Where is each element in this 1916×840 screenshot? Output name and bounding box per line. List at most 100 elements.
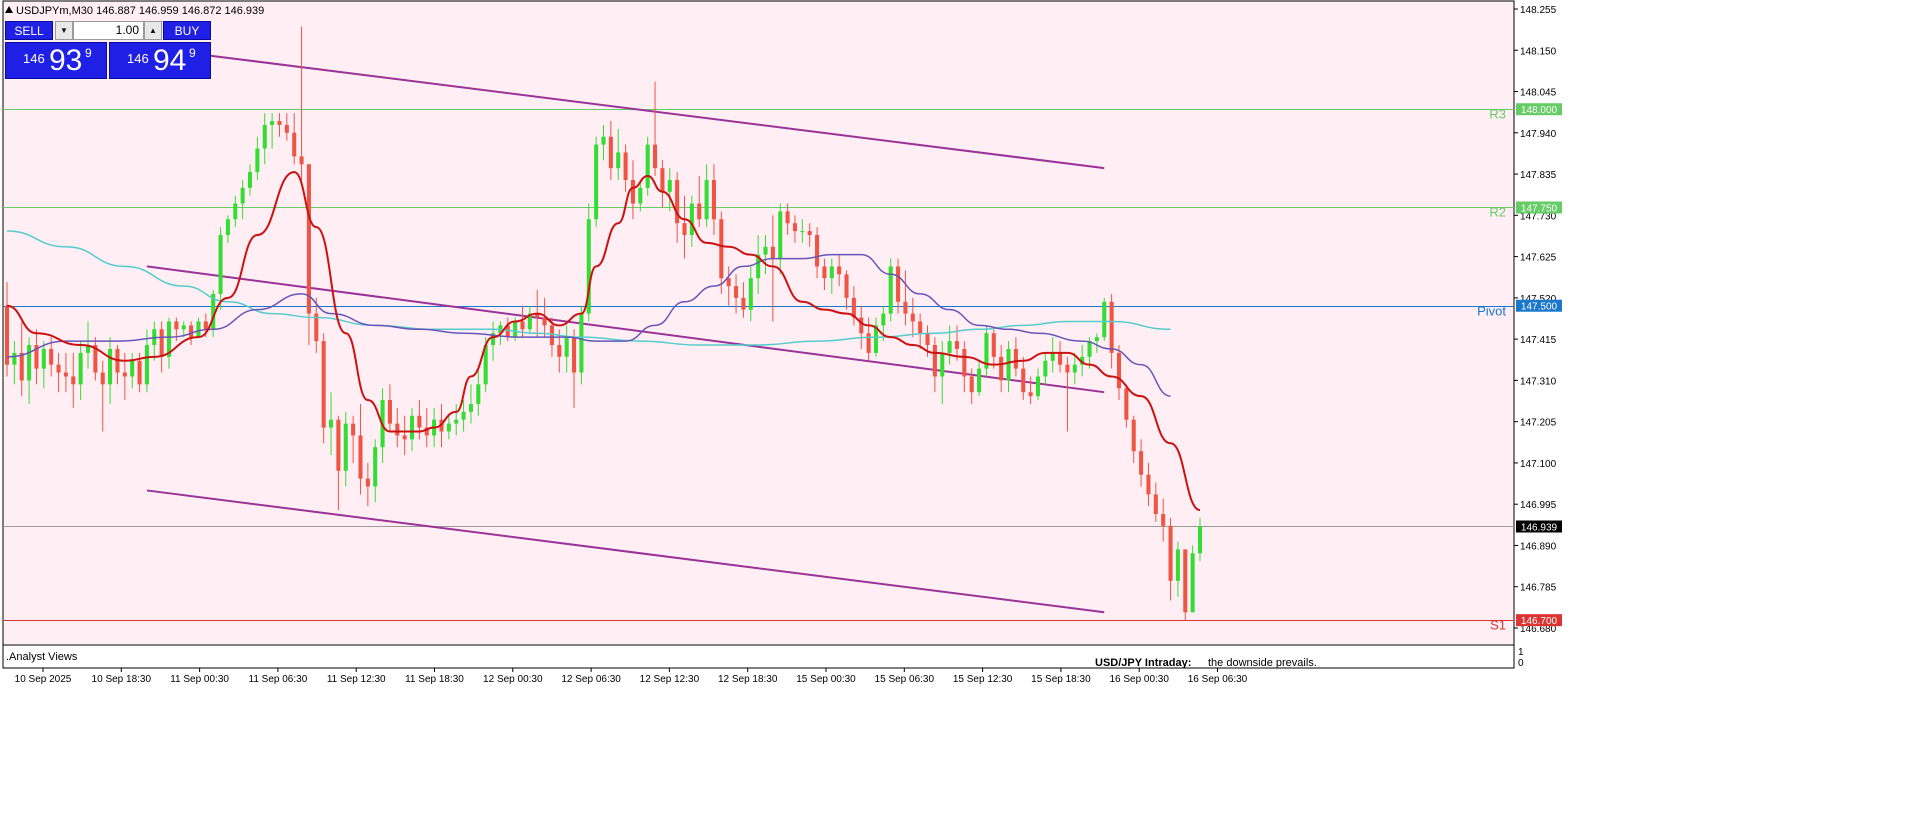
candle-body	[660, 168, 665, 192]
candle-body	[829, 266, 834, 279]
sell-button[interactable]: SELL	[5, 21, 53, 40]
candle-body	[122, 372, 127, 377]
symbol-info: USDJPYm,M30 146.887 146.959 146.872 146.…	[16, 5, 264, 17]
price-axis-label: 148.255	[1520, 5, 1557, 16]
candle-body	[461, 411, 466, 420]
candle-body	[557, 345, 562, 357]
time-axis-label: 10 Sep 2025	[15, 674, 72, 685]
buy-price-big: 146	[127, 51, 149, 66]
candle-body	[292, 132, 297, 157]
candle	[1102, 297, 1107, 342]
level-label-s1: S1	[1490, 618, 1506, 633]
time-axis-label: 16 Sep 00:30	[1109, 674, 1169, 685]
candle-body	[763, 246, 768, 255]
candle-body	[513, 321, 518, 338]
candle-body	[321, 341, 326, 428]
level-price-label-s1: 146.700	[1521, 616, 1558, 627]
level-label-r2: R2	[1489, 205, 1506, 220]
level-price-label-r2: 147.750	[1521, 203, 1558, 214]
candle-body	[903, 301, 908, 314]
candle-body	[1094, 337, 1099, 342]
analysis-text: the downside prevails.	[1208, 657, 1317, 669]
candle-body	[608, 136, 613, 169]
candle-body	[623, 152, 628, 180]
price-axis-label: 148.045	[1520, 88, 1557, 99]
analysis-title: USD/JPY Intraday:	[1095, 657, 1191, 669]
sell-price-point: 9	[85, 46, 92, 60]
time-axis-label: 11 Sep 00:30	[170, 674, 229, 685]
candle-body	[726, 278, 731, 287]
candle-body	[1197, 526, 1203, 554]
candle-body	[218, 234, 223, 294]
candle-body	[815, 234, 820, 267]
price-axis: 148.255 148.150 148.045 147.940 147.835 147.7…	[1514, 5, 1557, 635]
candle-body	[203, 321, 208, 330]
candle-body	[1072, 364, 1077, 373]
time-axis-label: 15 Sep 18:30	[1031, 674, 1091, 685]
candle-body	[446, 423, 451, 432]
price-axis-label: 147.625	[1520, 253, 1557, 264]
candle-body	[1190, 553, 1195, 613]
candle-body	[159, 329, 164, 357]
candle-body	[653, 144, 658, 169]
candle-body	[844, 274, 849, 298]
candle-body	[468, 403, 473, 412]
candle-body	[1050, 352, 1055, 361]
price-axis-label: 147.835	[1520, 170, 1557, 181]
candle-body	[1153, 494, 1158, 515]
candle-body	[395, 423, 400, 436]
level-label-r3: R3	[1489, 107, 1506, 122]
candle-body	[1146, 474, 1151, 495]
candle-body	[837, 266, 842, 275]
chart-plot-area	[3, 1, 1514, 644]
candle-body	[417, 415, 422, 428]
lot-size-input[interactable]: 1.00	[73, 21, 144, 40]
candle-body	[225, 219, 230, 235]
time-axis-label: 16 Sep 06:30	[1188, 674, 1248, 685]
candle	[579, 305, 584, 385]
candle-body	[807, 231, 812, 235]
candle-body	[277, 121, 282, 125]
candle-body	[1006, 348, 1011, 381]
sell-price-button[interactable]: 146 93 9	[5, 42, 107, 79]
candle-body	[741, 297, 746, 310]
time-axis-label: 11 Sep 06:30	[249, 674, 308, 685]
candle-body	[918, 321, 923, 334]
candle-body	[1109, 301, 1114, 353]
candle-body	[859, 317, 864, 334]
candle-body	[1013, 348, 1018, 369]
buy-button[interactable]: BUY	[163, 21, 211, 40]
candle-body	[549, 325, 554, 346]
price-chart[interactable]: R3 R2 Pivot S1 148.255 148.150 148.045 147.940…	[0, 0, 1916, 840]
candle-body	[299, 156, 304, 165]
candle	[321, 333, 326, 444]
candle-body	[520, 321, 525, 330]
candle-body	[1021, 368, 1026, 393]
candle-body	[991, 333, 996, 357]
candle-body	[351, 423, 356, 436]
sell-price-main: 93	[49, 44, 83, 77]
candle-body	[306, 164, 311, 314]
candle-body	[999, 356, 1004, 381]
one-click-trading-panel: SELL ▼ 1.00 ▲ BUY 146 93 9 146 94 9	[5, 21, 211, 79]
time-axis-label: 11 Sep 12:30	[327, 674, 386, 685]
candle-body	[1102, 301, 1107, 338]
candle-body	[1087, 341, 1092, 357]
buy-price-main: 94	[153, 44, 187, 77]
candle-body	[49, 348, 54, 365]
candle-body	[181, 325, 186, 330]
candle-body	[27, 345, 32, 381]
candle-body	[932, 345, 937, 377]
lot-decrease-icon[interactable]: ▼	[55, 21, 73, 40]
price-axis-label: 146.785	[1520, 583, 1557, 594]
candle-body	[778, 211, 783, 259]
lot-increase-icon[interactable]: ▲	[144, 21, 162, 40]
candle-body	[247, 172, 253, 188]
buy-price-point: 9	[189, 46, 196, 60]
price-axis-label: 147.205	[1520, 418, 1557, 429]
time-axis-label: 15 Sep 12:30	[953, 674, 1013, 685]
candle-body	[969, 376, 974, 393]
price-axis-label: 147.310	[1520, 376, 1557, 387]
buy-price-button[interactable]: 146 94 9	[109, 42, 211, 79]
candle-body	[1183, 549, 1188, 613]
